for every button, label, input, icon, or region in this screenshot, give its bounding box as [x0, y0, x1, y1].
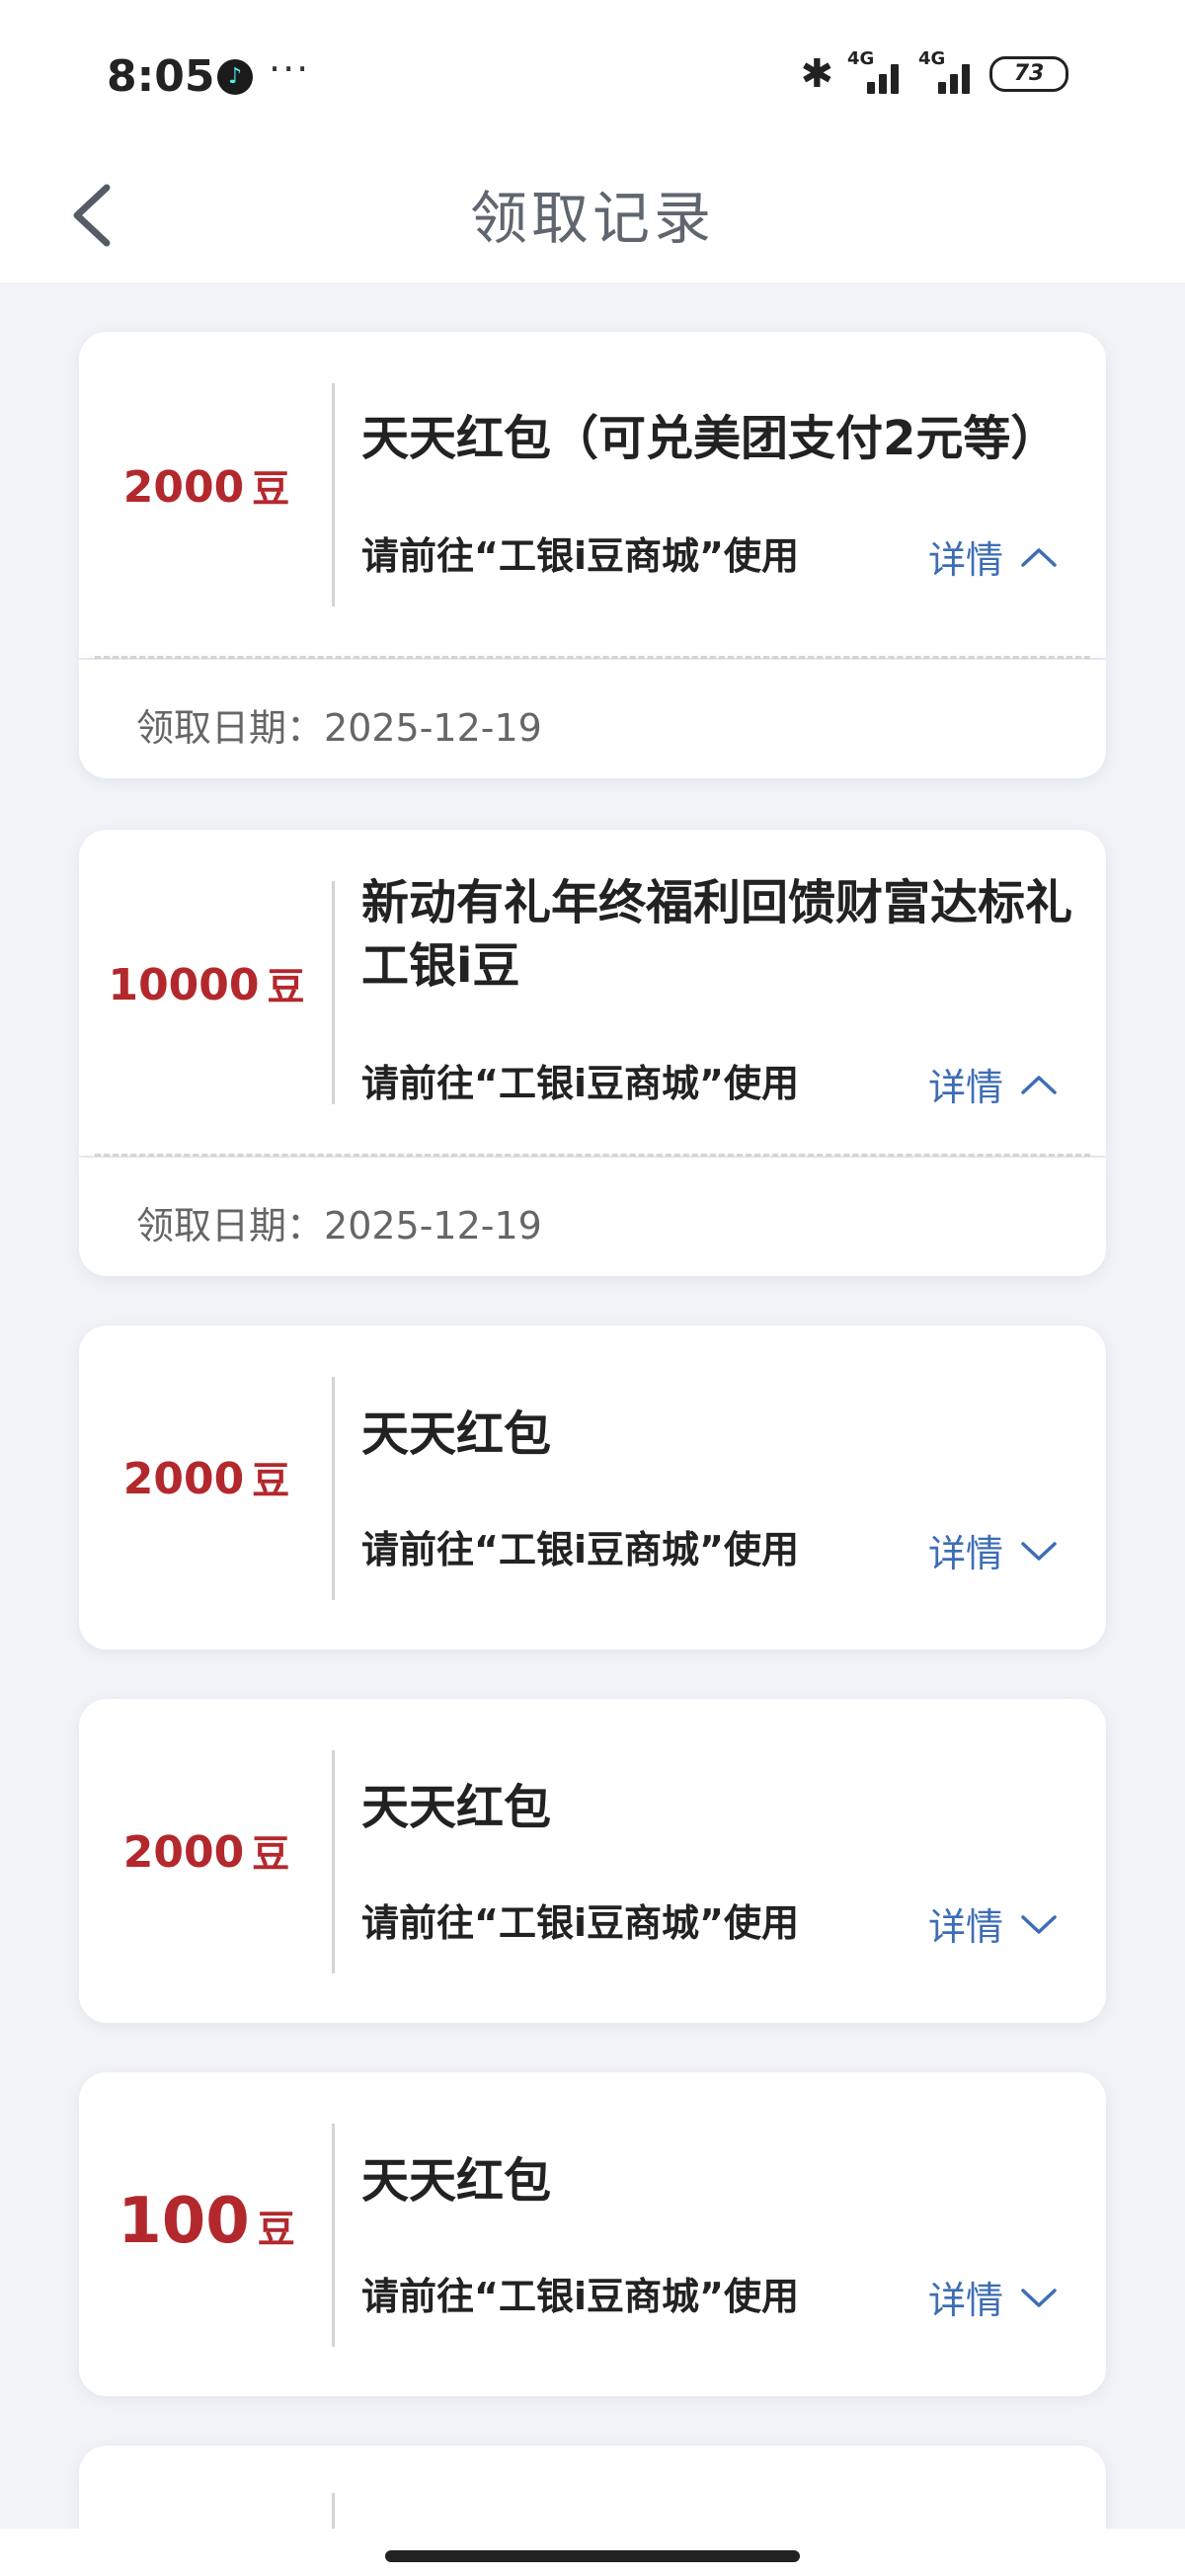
record-title: 天天红包 — [361, 1407, 552, 1462]
record-card: 10000 豆 新动有礼年终福利回馈财富达标礼工银i豆 请前往“工银i豆商城”使用… — [79, 830, 1106, 1156]
detail-toggle[interactable]: 详情 — [928, 1896, 1059, 1951]
divider — [332, 383, 335, 606]
detail-label: 详情 — [928, 538, 1004, 582]
divider — [332, 1377, 335, 1600]
status-time: 8:05 — [107, 51, 215, 102]
divider — [332, 2124, 335, 2347]
battery-icon: 73 — [989, 56, 1068, 92]
record-desc: 请前往“工银i豆商城”使用 — [361, 1062, 799, 1105]
chevron-down-icon — [1021, 1541, 1057, 1561]
chevron-down-icon — [1021, 2288, 1057, 2307]
record-amount: 2000 豆 — [122, 462, 290, 513]
signal-icon: 4G — [847, 48, 905, 94]
detail-toggle[interactable]: 详情 — [928, 1057, 1059, 1111]
record-date: 领取日期：2025-12-19 — [136, 706, 542, 750]
detail-toggle[interactable]: 详情 — [928, 1523, 1059, 1577]
page-title: 领取记录 — [469, 185, 715, 252]
dashed-divider — [95, 1154, 1090, 1157]
detail-toggle[interactable]: 详情 — [928, 2270, 1059, 2324]
record-desc: 请前往“工银i豆商城”使用 — [361, 1901, 799, 1945]
record-amount: 10000 豆 — [108, 960, 305, 1010]
record-card: 2000 豆 天天红包 请前往“工银i豆商城”使用 详情 — [79, 1326, 1106, 1650]
record-amount: 2000 豆 — [122, 1454, 290, 1504]
nav-bar: 领取记录 — [0, 148, 1185, 282]
divider — [332, 881, 335, 1104]
detail-label: 详情 — [928, 1905, 1004, 1949]
divider — [332, 1750, 335, 1973]
record-card: 100 豆 天天红包 请前往“工银i豆商城”使用 详情 — [79, 2072, 1106, 2396]
record-date: 领取日期：2025-12-19 — [136, 1204, 542, 1248]
record-title: 新动有礼年终福利回馈财富达标礼工银i豆 — [361, 875, 1073, 994]
dashed-divider — [95, 656, 1090, 659]
record-title: 天天红包 — [361, 1780, 552, 1835]
chevron-down-icon — [1021, 1914, 1057, 1934]
signal-icon: 4G — [918, 48, 976, 94]
record-desc: 请前往“工银i豆商城”使用 — [361, 1528, 799, 1571]
record-amount: 100 豆 — [118, 2185, 295, 2258]
chevron-up-icon — [1021, 547, 1057, 567]
network-type-label: 4G — [847, 48, 875, 69]
record-title: 天天红包（可兑美团支付2元等） — [361, 411, 1059, 466]
detail-label: 详情 — [928, 1066, 1004, 1109]
record-amount: 2000 豆 — [122, 1827, 290, 1878]
tiktok-icon: ♪ — [217, 59, 253, 95]
record-date-strip: 领取日期：2025-12-19 — [79, 1158, 1106, 1276]
detail-label: 详情 — [928, 1532, 1004, 1575]
record-date-strip: 领取日期：2025-12-19 — [79, 660, 1106, 778]
detail-label: 详情 — [928, 2279, 1004, 2322]
record-desc: 请前往“工银i豆商城”使用 — [361, 534, 799, 578]
record-card: 2000 豆 天天红包（可兑美团支付2元等） 请前往“工银i豆商城”使用 详情 — [79, 332, 1106, 658]
home-indicator[interactable] — [385, 2550, 800, 2562]
network-type-label: 4G — [918, 48, 946, 69]
bluetooth-icon: ✱ — [800, 51, 833, 97]
detail-toggle[interactable]: 详情 — [928, 529, 1059, 584]
chevron-up-icon — [1021, 1075, 1057, 1094]
record-desc: 请前往“工银i豆商城”使用 — [361, 2275, 799, 2318]
status-bar: 8:05 ♪ ··· ✱ 4G 4G 73 — [0, 0, 1185, 148]
record-title: 天天红包 — [361, 2153, 552, 2209]
record-card: 2000 豆 天天红包 请前往“工银i豆商城”使用 详情 — [79, 1699, 1106, 2023]
more-notifications-icon: ··· — [269, 47, 311, 91]
